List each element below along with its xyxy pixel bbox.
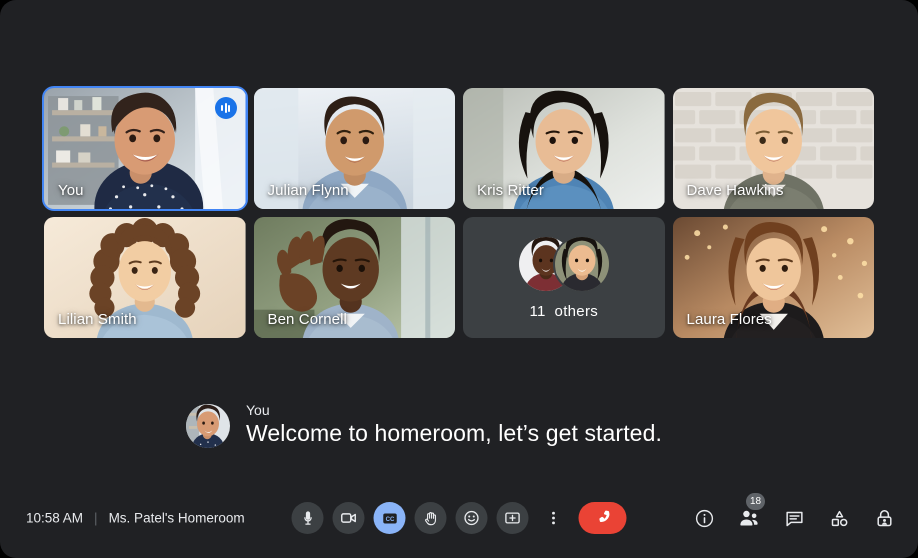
participant-name: Dave Hawkins [686, 182, 784, 199]
secondary-controls: 18 [692, 493, 896, 530]
participant-name: Kris Ritter [477, 182, 544, 199]
meeting-details-button[interactable] [692, 506, 716, 530]
reactions-button[interactable] [455, 502, 488, 534]
cc-icon: CC [382, 513, 397, 523]
end-call-button[interactable] [578, 502, 627, 534]
video-stage: You Julian Flynn Kris Ritter Dave Hawkin… [42, 86, 874, 338]
present-icon [505, 512, 520, 524]
meeting-info: 10:58 AM | Ms. Patel's Homeroom [26, 511, 245, 526]
chat-icon [785, 511, 803, 526]
participant-name: Julian Flynn [267, 182, 349, 199]
participant-tile-lilian-smith[interactable]: Lilian Smith [44, 217, 246, 338]
emoji-icon [464, 510, 479, 526]
chat-button[interactable] [782, 506, 806, 530]
host-lock-icon [876, 509, 892, 526]
captions-button[interactable]: CC [373, 502, 406, 534]
meeting-time: 10:58 AM [26, 510, 84, 526]
microphone-button[interactable] [291, 502, 324, 534]
audio-level-indicator [214, 97, 237, 119]
overflow-count: 11 [529, 303, 546, 320]
hand-icon [424, 511, 436, 525]
mic-icon [303, 510, 312, 525]
more-options-button[interactable] [538, 502, 570, 534]
meeting-screen: You Julian Flynn Kris Ritter Dave Hawkin… [0, 0, 918, 558]
overflow-count-label: 11 others [529, 303, 598, 320]
bottom-control-bar: 10:58 AM | Ms. Patel's Homeroom CC 18 [0, 478, 918, 558]
overflow-avatars [516, 235, 611, 293]
raise-hand-button[interactable] [414, 502, 447, 534]
participants-count-badge: 18 [746, 493, 766, 510]
camera-icon [341, 513, 356, 523]
svg-text:CC: CC [385, 516, 394, 523]
camera-button[interactable] [332, 502, 365, 534]
participant-tile-ben-cornell[interactable]: Ben Cornell [253, 217, 455, 338]
participants-button[interactable]: 18 [737, 493, 766, 530]
participant-tile-dave-hawkins[interactable]: Dave Hawkins [672, 88, 874, 209]
caption-avatar [186, 404, 230, 448]
host-controls-button[interactable] [872, 506, 896, 530]
kebab-menu-icon [552, 511, 555, 525]
overflow-avatar-2 [552, 235, 611, 293]
meeting-title: Ms. Patel's Homeroom [108, 510, 245, 526]
participant-name: Ben Cornell [267, 311, 347, 328]
present-button[interactable] [496, 502, 529, 534]
activities-icon [831, 510, 847, 526]
live-caption: You Welcome to homeroom, let’s get start… [186, 402, 662, 448]
participant-tile-kris-ritter[interactable]: Kris Ritter [463, 88, 665, 209]
people-icon [740, 510, 758, 526]
participant-name: Lilian Smith [58, 311, 137, 328]
overflow-participants-tile[interactable]: 11 others [463, 217, 665, 338]
end-call-icon [599, 510, 610, 523]
participant-tile-you[interactable]: You [42, 86, 248, 211]
overflow-label: others [554, 303, 599, 320]
info-icon [695, 509, 713, 527]
participant-name: You [58, 182, 84, 199]
participant-name: Laura Flores [686, 311, 772, 328]
participant-grid: You Julian Flynn Kris Ritter Dave Hawkin… [42, 86, 874, 338]
activities-button[interactable] [827, 506, 851, 530]
caption-text-block: You Welcome to homeroom, let’s get start… [246, 402, 662, 447]
call-controls: CC [291, 502, 627, 534]
caption-line: Welcome to homeroom, let’s get started. [246, 420, 662, 446]
meeting-info-divider: | [94, 510, 98, 526]
participant-tile-laura-flores[interactable]: Laura Flores [672, 217, 874, 338]
caption-speaker: You [246, 402, 270, 418]
participant-tile-julian-flynn[interactable]: Julian Flynn [253, 88, 455, 209]
